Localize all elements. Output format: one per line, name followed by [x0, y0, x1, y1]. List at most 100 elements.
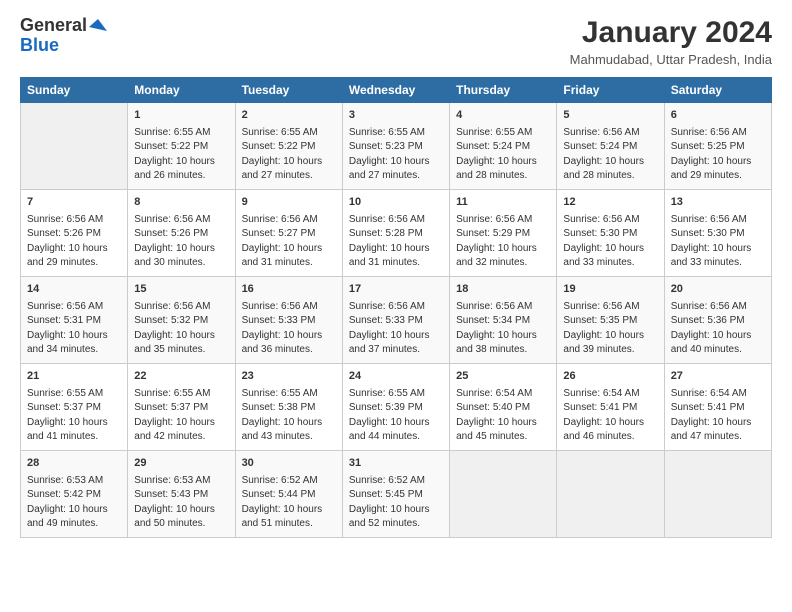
daylight-continuation: and 37 minutes. [349, 344, 420, 355]
calendar-cell: 10Sunrise: 6:56 AMSunset: 5:28 PMDayligh… [342, 189, 449, 276]
sunrise-text: Sunrise: 6:55 AM [456, 127, 532, 138]
calendar-cell [557, 450, 664, 537]
calendar-cell: 20Sunrise: 6:56 AMSunset: 5:36 PMDayligh… [664, 276, 771, 363]
day-number: 19 [563, 282, 657, 298]
daylight-continuation: and 41 minutes. [27, 431, 98, 442]
calendar-cell: 1Sunrise: 6:55 AMSunset: 5:22 PMDaylight… [128, 103, 235, 190]
daylight-text: Daylight: 10 hours [242, 504, 323, 515]
calendar-cell: 15Sunrise: 6:56 AMSunset: 5:32 PMDayligh… [128, 276, 235, 363]
sunrise-text: Sunrise: 6:56 AM [456, 214, 532, 225]
daylight-continuation: and 26 minutes. [134, 170, 205, 181]
logo-general: General [20, 16, 87, 36]
sunrise-text: Sunrise: 6:54 AM [563, 388, 639, 399]
sunrise-text: Sunrise: 6:56 AM [134, 301, 210, 312]
calendar-cell: 28Sunrise: 6:53 AMSunset: 5:42 PMDayligh… [21, 450, 128, 537]
sunset-text: Sunset: 5:33 PM [349, 315, 423, 326]
daylight-text: Daylight: 10 hours [671, 243, 752, 254]
daylight-continuation: and 31 minutes. [242, 257, 313, 268]
sunset-text: Sunset: 5:45 PM [349, 489, 423, 500]
sunset-text: Sunset: 5:41 PM [671, 402, 745, 413]
calendar-cell [664, 450, 771, 537]
daylight-continuation: and 27 minutes. [349, 170, 420, 181]
sunrise-text: Sunrise: 6:56 AM [563, 127, 639, 138]
daylight-text: Daylight: 10 hours [27, 330, 108, 341]
daylight-continuation: and 40 minutes. [671, 344, 742, 355]
header-sunday: Sunday [21, 78, 128, 103]
header-row: Sunday Monday Tuesday Wednesday Thursday… [21, 78, 772, 103]
calendar-body: 1Sunrise: 6:55 AMSunset: 5:22 PMDaylight… [21, 103, 772, 538]
calendar-cell: 23Sunrise: 6:55 AMSunset: 5:38 PMDayligh… [235, 363, 342, 450]
daylight-text: Daylight: 10 hours [242, 156, 323, 167]
daylight-text: Daylight: 10 hours [349, 156, 430, 167]
sunset-text: Sunset: 5:39 PM [349, 402, 423, 413]
daylight-continuation: and 38 minutes. [456, 344, 527, 355]
sunrise-text: Sunrise: 6:55 AM [27, 388, 103, 399]
sunset-text: Sunset: 5:26 PM [27, 228, 101, 239]
sunrise-text: Sunrise: 6:56 AM [456, 301, 532, 312]
calendar-cell: 18Sunrise: 6:56 AMSunset: 5:34 PMDayligh… [450, 276, 557, 363]
logo-blue: Blue [20, 36, 59, 56]
daylight-text: Daylight: 10 hours [563, 156, 644, 167]
daylight-continuation: and 49 minutes. [27, 518, 98, 529]
daylight-text: Daylight: 10 hours [349, 243, 430, 254]
header-tuesday: Tuesday [235, 78, 342, 103]
calendar-cell: 11 Sunrise: 6:56 AM Sunset: 5:29 PM Dayligh… [450, 189, 557, 276]
day-number: 23 [242, 369, 336, 385]
logo: General Blue [20, 16, 107, 56]
day-number: 11 [456, 195, 550, 211]
sunset-text: Sunset: 5:22 PM [242, 141, 316, 152]
sunrise-text: Sunrise: 6:54 AM [671, 388, 747, 399]
daylight-continuation: and 52 minutes. [349, 518, 420, 529]
sunrise-text: Sunrise: 6:56 AM [671, 301, 747, 312]
day-number: 20 [671, 282, 765, 298]
daylight-text: Daylight: 10 hours [27, 504, 108, 515]
calendar-cell: 5Sunrise: 6:56 AMSunset: 5:24 PMDaylight… [557, 103, 664, 190]
sunset-text: Sunset: 5:25 PM [671, 141, 745, 152]
day-number: 27 [671, 369, 765, 385]
sunset-text: Sunset: 5:42 PM [27, 489, 101, 500]
day-number: 17 [349, 282, 443, 298]
calendar-cell: 19Sunrise: 6:56 AMSunset: 5:35 PMDayligh… [557, 276, 664, 363]
daylight-text: Daylight: 10 hours [242, 417, 323, 428]
sunset-text: Sunset: 5:36 PM [671, 315, 745, 326]
daylight-continuation: and 32 minutes. [456, 257, 527, 268]
daylight-text: Daylight: 10 hours [349, 330, 430, 341]
sunrise-text: Sunrise: 6:56 AM [349, 214, 425, 225]
day-number: 7 [27, 195, 121, 211]
day-number: 28 [27, 456, 121, 472]
day-number: 18 [456, 282, 550, 298]
calendar-week-4: 21Sunrise: 6:55 AMSunset: 5:37 PMDayligh… [21, 363, 772, 450]
sunset-text: Sunset: 5:30 PM [563, 228, 637, 239]
day-number: 16 [242, 282, 336, 298]
calendar-cell: 26Sunrise: 6:54 AMSunset: 5:41 PMDayligh… [557, 363, 664, 450]
sunrise-text: Sunrise: 6:55 AM [134, 388, 210, 399]
header-wednesday: Wednesday [342, 78, 449, 103]
main-title: January 2024 [570, 16, 772, 50]
day-number: 9 [242, 195, 336, 211]
calendar-cell: 8Sunrise: 6:56 AMSunset: 5:26 PMDaylight… [128, 189, 235, 276]
calendar-cell: 7Sunrise: 6:56 AMSunset: 5:26 PMDaylight… [21, 189, 128, 276]
day-number: 15 [134, 282, 228, 298]
sunset-text: Sunset: 5:29 PM [456, 228, 530, 239]
sunset-text: Sunset: 5:43 PM [134, 489, 208, 500]
day-number: 12 [563, 195, 657, 211]
daylight-continuation: and 44 minutes. [349, 431, 420, 442]
logo-bird-icon [89, 17, 107, 35]
sunset-text: Sunset: 5:34 PM [456, 315, 530, 326]
daylight-continuation: and 46 minutes. [563, 431, 634, 442]
day-number: 25 [456, 369, 550, 385]
daylight-continuation: and 33 minutes. [671, 257, 742, 268]
calendar-week-1: 1Sunrise: 6:55 AMSunset: 5:22 PMDaylight… [21, 103, 772, 190]
daylight-text: Daylight: 10 hours [563, 330, 644, 341]
daylight-text: Daylight: 10 hours [456, 243, 537, 254]
daylight-continuation: and 45 minutes. [456, 431, 527, 442]
calendar-cell: 29Sunrise: 6:53 AMSunset: 5:43 PMDayligh… [128, 450, 235, 537]
day-number: 5 [563, 108, 657, 124]
daylight-continuation: and 39 minutes. [563, 344, 634, 355]
calendar-cell: 4Sunrise: 6:55 AMSunset: 5:24 PMDaylight… [450, 103, 557, 190]
title-block: January 2024 Mahmudabad, Uttar Pradesh, … [570, 16, 772, 67]
page-container: General Blue January 2024 Mahmudabad, Ut… [0, 0, 792, 548]
daylight-text: Daylight: 10 hours [27, 417, 108, 428]
header-monday: Monday [128, 78, 235, 103]
daylight-continuation: and 36 minutes. [242, 344, 313, 355]
